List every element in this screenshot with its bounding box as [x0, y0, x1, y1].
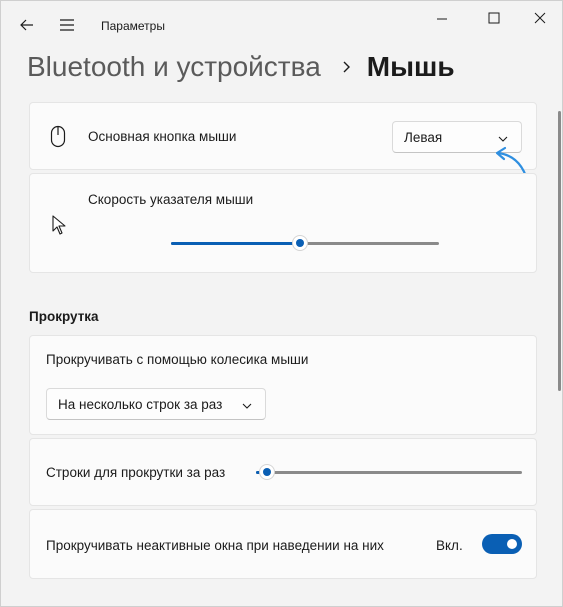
wheel-scroll-label: Прокручивать с помощью колесика мыши [46, 352, 309, 367]
pointer-speed-card: Скорость указателя мыши [29, 173, 537, 273]
inactive-scroll-card: Прокручивать неактивные окна при наведен… [29, 509, 537, 579]
inactive-scroll-label: Прокручивать неактивные окна при наведен… [46, 538, 384, 553]
settings-window: Параметры Bluetooth и устройства Мышь Ос… [0, 0, 563, 607]
close-icon[interactable] [525, 7, 555, 31]
minimize-icon[interactable] [427, 7, 457, 31]
breadcrumb-parent[interactable]: Bluetooth и устройства [27, 51, 321, 83]
page-title: Мышь [366, 51, 455, 82]
wheel-scroll-dropdown[interactable]: На несколько строк за раз [46, 388, 266, 420]
back-arrow-icon[interactable] [15, 13, 39, 37]
primary-button-value: Левая [404, 130, 443, 145]
scrollbar[interactable] [558, 111, 561, 391]
toggle-state-label: Вкл. [436, 538, 463, 553]
section-title-scrolling: Прокрутка [29, 309, 99, 324]
scroll-lines-card: Строки для прокрутки за раз [29, 438, 537, 506]
window-title: Параметры [101, 19, 165, 33]
primary-button-label: Основная кнопка мыши [88, 129, 237, 144]
breadcrumb: Bluetooth и устройства Мышь [27, 47, 455, 87]
scroll-lines-slider[interactable] [256, 463, 522, 483]
slider-fill [171, 242, 300, 245]
maximize-icon[interactable] [479, 7, 509, 31]
wheel-scroll-card: Прокручивать с помощью колесика мыши На … [29, 335, 537, 435]
chevron-right-icon [339, 60, 353, 74]
pointer-speed-label: Скорость указателя мыши [88, 192, 254, 207]
title-bar: Параметры [1, 1, 562, 49]
primary-button-card: Основная кнопка мыши Левая [29, 102, 537, 170]
chevron-down-icon [241, 399, 253, 411]
mouse-icon [50, 125, 66, 149]
wheel-scroll-value: На несколько строк за раз [58, 397, 223, 412]
hamburger-menu-icon[interactable] [55, 13, 79, 37]
toggle-knob [507, 539, 517, 549]
inactive-scroll-toggle[interactable] [482, 534, 522, 554]
scroll-lines-label: Строки для прокрутки за раз [46, 465, 226, 480]
chevron-down-icon [497, 132, 509, 144]
slider-track [256, 471, 522, 474]
pointer-speed-slider[interactable] [171, 234, 439, 254]
slider-thumb[interactable] [292, 235, 308, 251]
pointer-icon [50, 214, 68, 236]
slider-thumb[interactable] [259, 464, 275, 480]
